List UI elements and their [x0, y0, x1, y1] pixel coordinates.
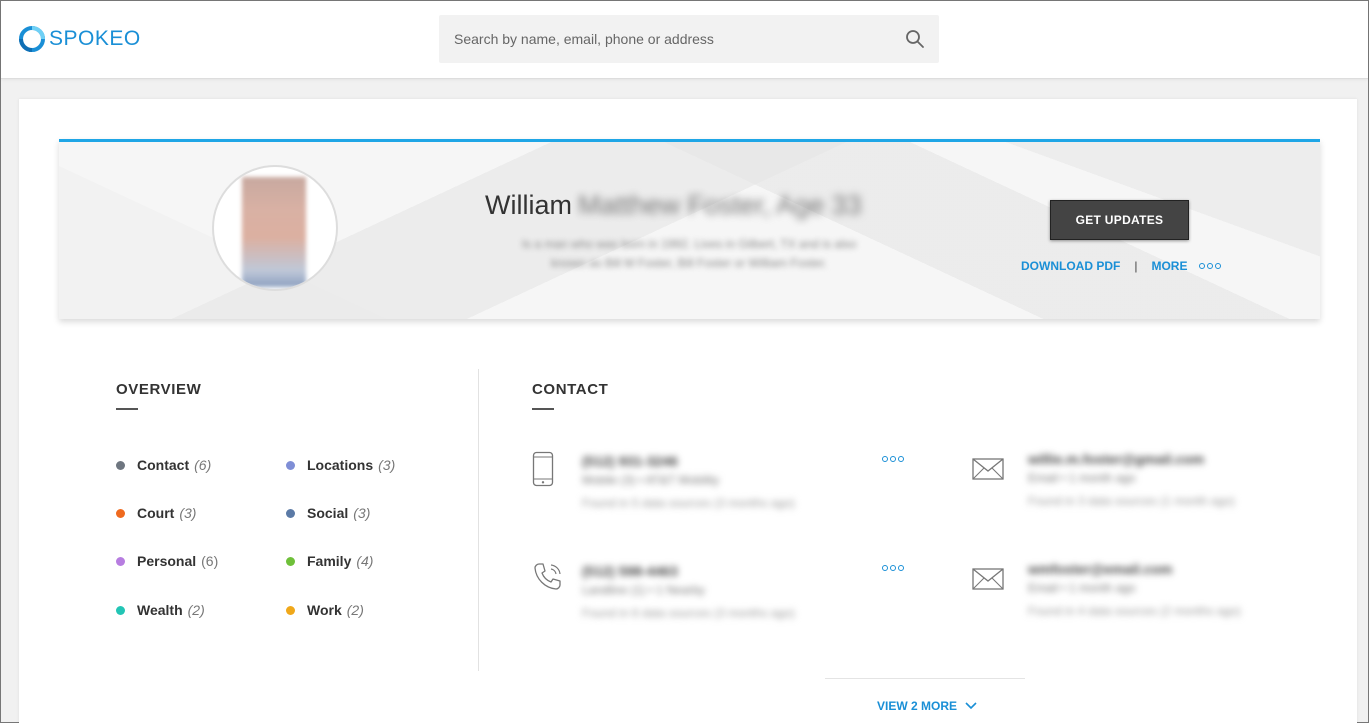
overview-title: OVERVIEW: [116, 381, 202, 398]
contact-section: CONTACT (512) 931-3246 Mobile (3) • AT&T…: [532, 381, 1241, 620]
summary-line: known as Bill M Foster, Bill Foster or W…: [550, 256, 828, 270]
spokeo-logo[interactable]: SPOKEO: [19, 26, 141, 52]
chevron-down-icon: [965, 702, 977, 710]
overview-item-court[interactable]: Court (3): [116, 505, 196, 521]
overview-count: (2): [346, 602, 364, 618]
search-icon[interactable]: [905, 29, 925, 49]
bullet-dot: [116, 605, 125, 615]
report-card: William Matthew Foster, Age 33 Is a man w…: [19, 99, 1357, 723]
overview-count: (3): [378, 457, 396, 473]
landline-phone-icon: [532, 561, 564, 598]
email-found: Found in 3 data sources (1 month ago): [1028, 494, 1235, 508]
email-details: willie.m.foster@gmail.com Email • 1 mont…: [1028, 451, 1235, 508]
redacted-name: Matthew Foster, Age 33: [578, 190, 862, 220]
overview-label: Family: [307, 553, 352, 569]
email-address[interactable]: willie.m.foster@gmail.com: [1028, 451, 1235, 467]
view-more-button[interactable]: VIEW 2 MORE: [877, 699, 977, 713]
email-found: Found in 4 data sources (2 months ago): [1028, 604, 1241, 618]
phone-details: (512) 931-3246 Mobile (3) • AT&T Mobilit…: [582, 453, 795, 510]
search-input[interactable]: [454, 31, 894, 47]
overview-item-personal[interactable]: Personal (6): [116, 553, 218, 569]
get-updates-button[interactable]: GET UPDATES: [1050, 200, 1189, 240]
phone-number[interactable]: (512) 598-4463: [582, 563, 795, 579]
overview-label: Social: [307, 505, 349, 521]
download-pdf-link[interactable]: DOWNLOAD PDF: [1021, 259, 1120, 273]
phone-type: Landline (1) • 1 Nearby: [582, 583, 705, 597]
overview-label: Personal: [137, 553, 197, 569]
summary-line: Is a man who was born in 1992. Lives in …: [521, 237, 857, 251]
bullet-dot: [286, 508, 295, 518]
overview-item-family[interactable]: Family (4): [286, 553, 373, 569]
bullet-dot: [116, 556, 125, 566]
email-details: wmfoster@email.com Email • 1 month ago F…: [1028, 561, 1241, 618]
overview-item-work[interactable]: Work (2): [286, 602, 364, 618]
overview-count: (6): [201, 553, 219, 569]
envelope-icon: [972, 568, 1004, 595]
email-address[interactable]: wmfoster@email.com: [1028, 561, 1241, 577]
top-bar: SPOKEO: [1, 1, 1368, 79]
section-rule: [116, 408, 138, 410]
profile-summary: Is a man who was born in 1992. Lives in …: [479, 235, 899, 273]
more-dots-icon[interactable]: [882, 565, 904, 571]
more-dots-icon[interactable]: [882, 456, 904, 462]
email-type: Email • 1 month ago: [1028, 471, 1136, 485]
overview-count: (4): [356, 553, 374, 569]
phone-type: Mobile (3) • AT&T Mobility: [582, 473, 720, 487]
column-divider: [478, 369, 479, 671]
overview-item-social[interactable]: Social (3): [286, 505, 370, 521]
action-separator: |: [1134, 259, 1138, 273]
overview-label: Court: [137, 505, 175, 521]
overview-item-locations[interactable]: Locations (3): [286, 457, 395, 473]
overview-count: (3): [179, 505, 197, 521]
mobile-phone-icon: [532, 451, 554, 492]
contact-title: CONTACT: [532, 381, 609, 398]
overview-label: Locations: [307, 457, 374, 473]
profile-banner: William Matthew Foster, Age 33 Is a man w…: [59, 139, 1320, 319]
phone-found: Found in 5 data sources (3 months ago): [582, 496, 795, 510]
spokeo-logo-icon: [19, 26, 45, 52]
envelope-icon: [972, 458, 1004, 485]
bullet-dot: [286, 556, 295, 566]
overview-label: Contact: [137, 457, 190, 473]
overview-count: (3): [353, 505, 371, 521]
email-type: Email • 1 month ago: [1028, 581, 1136, 595]
profile-actions: DOWNLOAD PDF | MORE: [1021, 259, 1222, 273]
more-dots-icon[interactable]: [1199, 263, 1222, 269]
more-link[interactable]: MORE: [1151, 259, 1187, 273]
section-rule: [532, 408, 554, 410]
bullet-dot: [116, 508, 125, 518]
phone-details: (512) 598-4463 Landline (1) • 1 Nearby F…: [582, 563, 795, 620]
bullet-dot: [116, 460, 125, 470]
overview-count: (2): [187, 602, 205, 618]
view-more-divider: [825, 678, 1025, 679]
brand-name: SPOKEO: [49, 27, 141, 50]
view-more-label: VIEW 2 MORE: [877, 699, 958, 713]
avatar: [212, 165, 338, 291]
bullet-dot: [286, 460, 295, 470]
bullet-dot: [286, 605, 295, 615]
first-name: William: [485, 190, 572, 220]
overview-label: Work: [307, 602, 342, 618]
search-bar: [439, 15, 939, 63]
overview-section: OVERVIEW Contact (6) Locations (3) Court…: [116, 381, 395, 618]
overview-item-contact[interactable]: Contact (6): [116, 457, 211, 473]
profile-photo: [242, 177, 306, 287]
overview-label: Wealth: [137, 602, 183, 618]
phone-found: Found in 6 data sources (3 months ago): [582, 606, 795, 620]
overview-count: (6): [194, 457, 212, 473]
overview-item-wealth[interactable]: Wealth (2): [116, 602, 205, 618]
profile-name: William Matthew Foster, Age 33: [485, 190, 862, 221]
phone-number[interactable]: (512) 931-3246: [582, 453, 795, 469]
